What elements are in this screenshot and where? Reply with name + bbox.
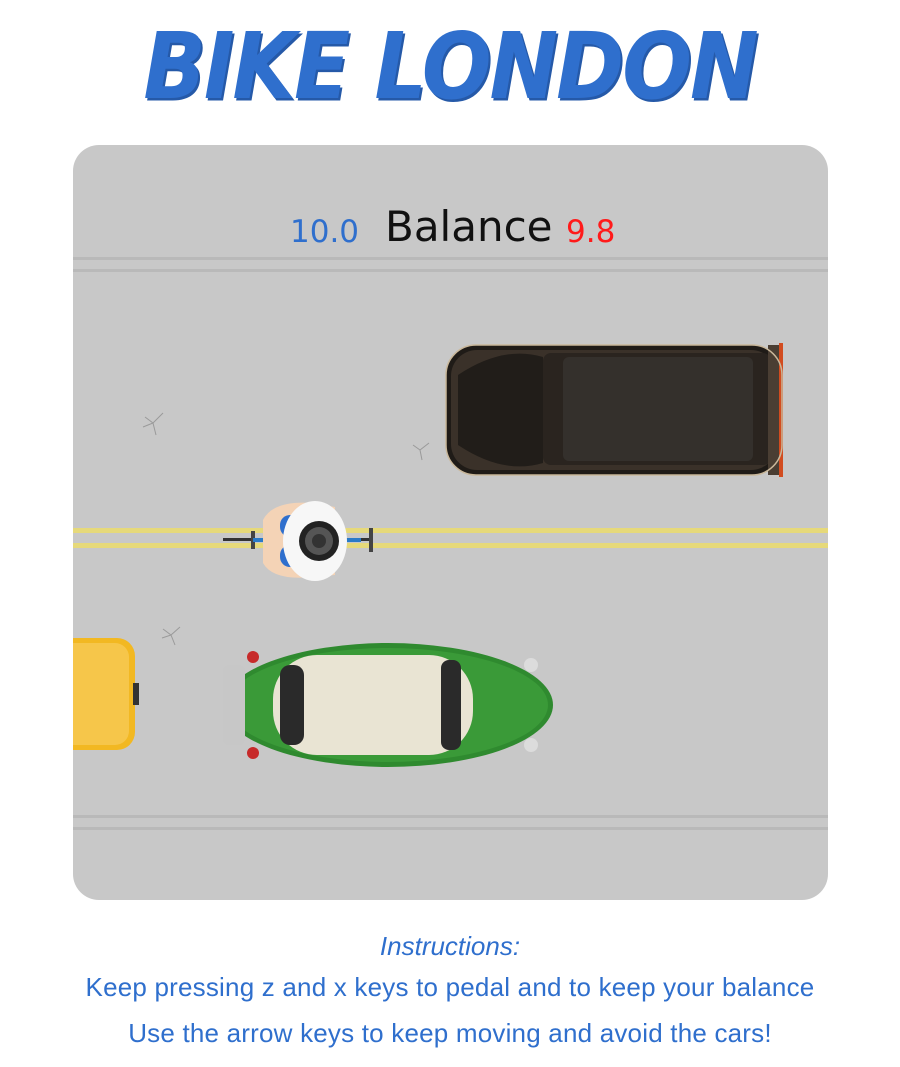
green-beetle (223, 643, 553, 767)
center-line-top (73, 528, 828, 533)
balance-hud: 10.0 Balance 9.8 (0, 196, 900, 256)
left-balance-value: 10.0 (290, 214, 360, 250)
game-canvas[interactable] (73, 145, 828, 900)
right-balance-value: 9.8 (566, 214, 616, 250)
yellow-car (73, 638, 139, 750)
instructions-heading: Instructions: (379, 931, 521, 961)
instructions-line-1: Keep pressing z and x keys to pedal and … (85, 972, 815, 1002)
instructions-panel: Instructions: Keep pressing z and x keys… (0, 928, 900, 1056)
balance-label: Balance (385, 202, 553, 251)
cyclist-player (223, 501, 373, 581)
black-taxi (445, 343, 783, 477)
road-scene (73, 257, 828, 830)
center-line-bottom (73, 543, 828, 548)
game-title: BIKE LONDON (143, 14, 758, 121)
instructions-line-2: Use the arrow keys to keep moving and av… (128, 1018, 772, 1048)
